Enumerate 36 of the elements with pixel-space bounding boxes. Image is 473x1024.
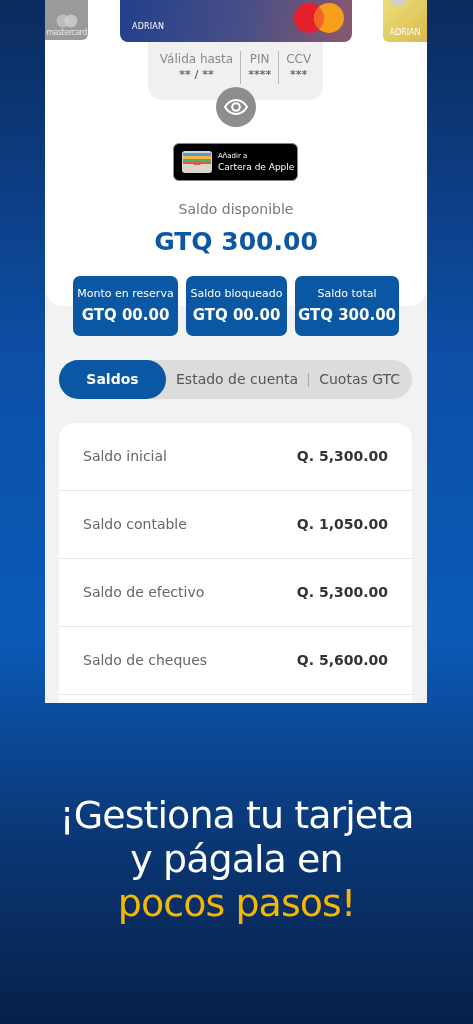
summary-label: Saldo total bbox=[317, 287, 377, 301]
mastercard-logo-icon bbox=[294, 3, 344, 33]
tab[interactable]: Cuotas GTC bbox=[309, 360, 411, 399]
summary-amount: GTQ 300.00 bbox=[297, 305, 397, 325]
cardholder-name: ADRIAN bbox=[132, 22, 165, 32]
summary-amount: GTQ 00.00 bbox=[81, 305, 170, 325]
balance-row-label: Saldo inicial bbox=[83, 447, 167, 466]
balance-label: Saldo disponible bbox=[177, 200, 295, 218]
balance-row-amount: Q. 5,300.00 bbox=[296, 447, 388, 466]
wallet-icon bbox=[182, 151, 212, 173]
summary-amount: GTQ 00.00 bbox=[192, 305, 281, 325]
balance-row-amount: Q. 5,300.00 bbox=[296, 583, 388, 602]
balance-row-label: Saldo de efectivo bbox=[83, 583, 205, 602]
detail-label: Válida hasta bbox=[159, 51, 234, 67]
balance-row-label: Saldo de cheques bbox=[83, 651, 208, 670]
headline-text: ¡Gestiona tu tarjeta bbox=[59, 793, 414, 837]
cardholder-name: ADRIAN bbox=[389, 28, 421, 37]
detail-label: CCV bbox=[286, 51, 312, 67]
card[interactable]: ADRIAN bbox=[120, 0, 352, 42]
detail-value: *** bbox=[290, 67, 308, 83]
detail-value: **** bbox=[248, 67, 272, 83]
detail-label: PIN bbox=[249, 51, 270, 67]
balance-amount: GTQ 300.00 bbox=[153, 227, 319, 257]
card-brand-text: mastercard bbox=[46, 28, 87, 37]
eye-icon[interactable] bbox=[216, 87, 256, 127]
tab[interactable]: Estado de cuenta bbox=[166, 360, 309, 399]
tab[interactable]: Saldos bbox=[59, 360, 166, 399]
balance-row-label: Saldo contable bbox=[83, 515, 187, 534]
headline-text: y págala en bbox=[130, 837, 343, 881]
summary-label: Monto en reserva bbox=[77, 287, 174, 301]
detail-value: ** / ** bbox=[179, 67, 214, 83]
headline-text: pocos pasos! bbox=[117, 881, 356, 925]
balance-row-amount: Q. 5,600.00 bbox=[296, 651, 388, 670]
chip-icon bbox=[391, 0, 405, 6]
balance-row-amount: Q. 1,050.00 bbox=[296, 515, 388, 534]
summary-label: Saldo bloqueado bbox=[190, 287, 283, 301]
